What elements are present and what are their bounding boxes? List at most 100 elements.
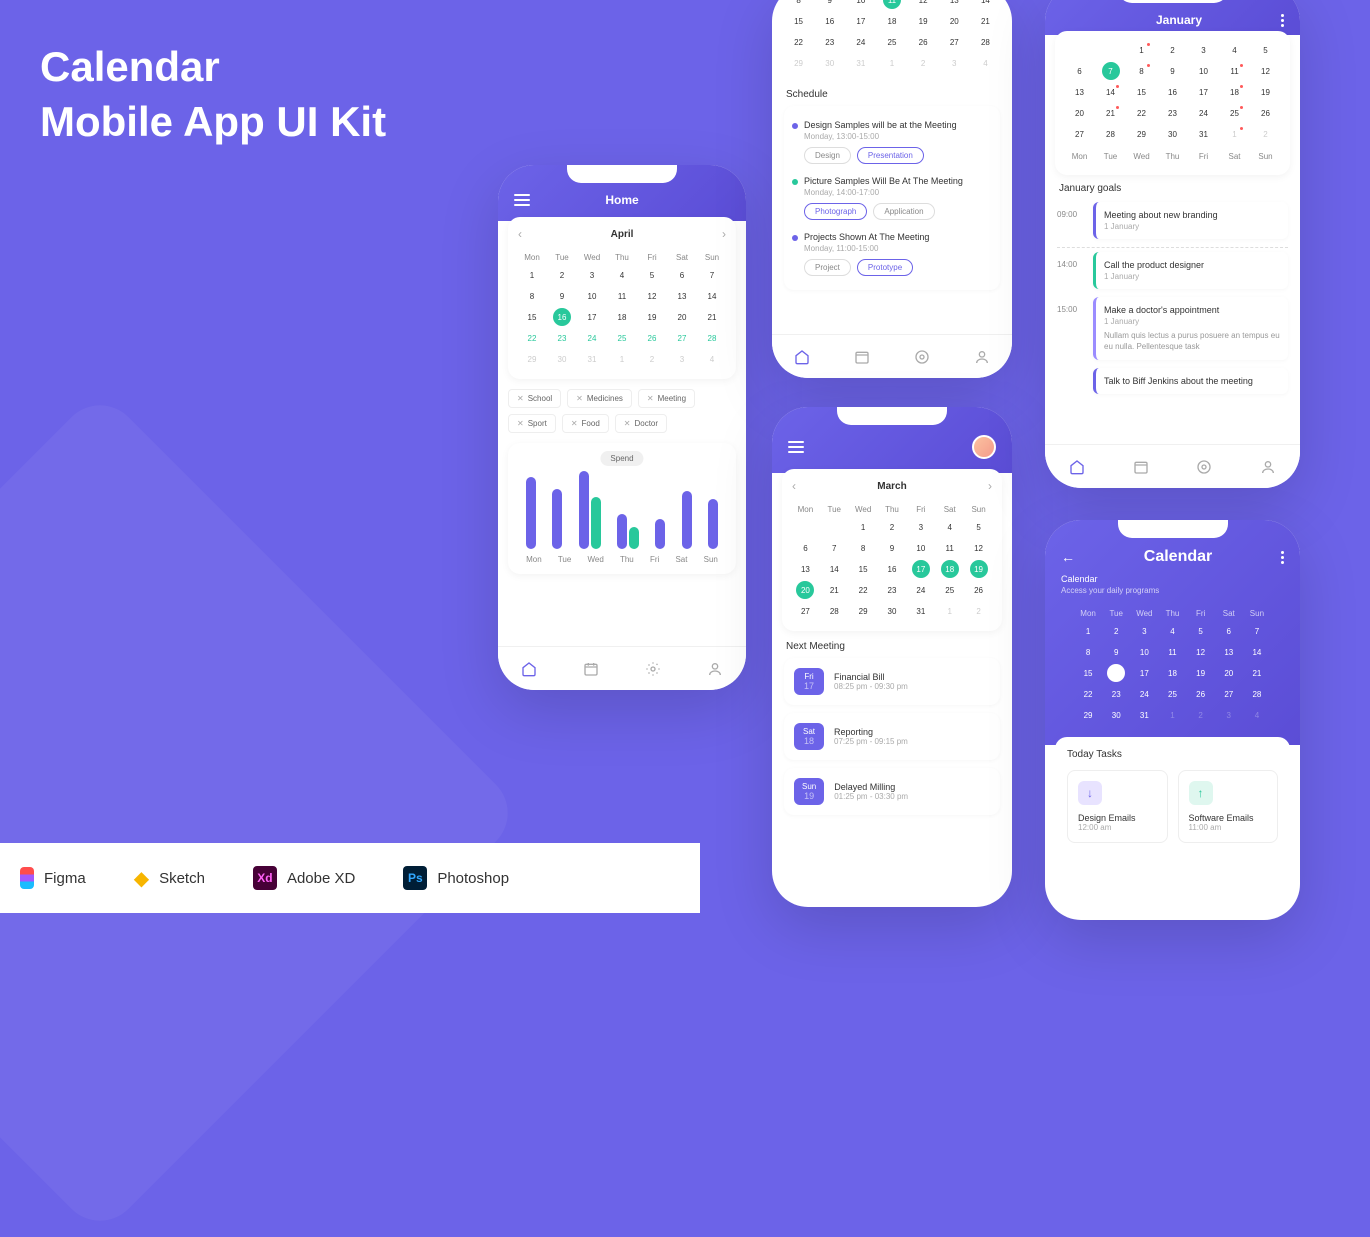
calendar-day[interactable]: 22 <box>518 329 546 348</box>
calendar-day[interactable]: 5 <box>638 266 666 285</box>
calendar-day[interactable]: 6 <box>668 266 696 285</box>
avatar[interactable] <box>972 435 996 459</box>
calendar-day[interactable]: 4 <box>1159 622 1185 641</box>
settings-icon[interactable] <box>1196 459 1212 475</box>
calendar-day[interactable]: 1 <box>936 602 963 621</box>
calendar-day[interactable]: 20 <box>796 581 814 599</box>
calendar-day[interactable]: 9 <box>879 539 906 558</box>
calendar-day[interactable]: 14 <box>971 0 1000 10</box>
calendar-day[interactable]: 2 <box>879 518 906 537</box>
calendar-day[interactable]: 24 <box>1131 685 1157 704</box>
calendar-day[interactable]: 3 <box>1131 622 1157 641</box>
calendar-day[interactable]: 19 <box>1188 664 1214 683</box>
calendar-day[interactable]: 7 <box>821 539 848 558</box>
calendar-day[interactable]: 10 <box>1189 62 1218 81</box>
schedule-item[interactable]: Design Samples will be at the MeetingMon… <box>792 114 992 170</box>
close-icon[interactable]: ✕ <box>624 419 631 428</box>
goal-card[interactable]: Call the product designer1 January <box>1093 252 1288 289</box>
calendar-day[interactable]: 8 <box>850 539 877 558</box>
calendar-day[interactable]: 11 <box>1220 62 1249 81</box>
calendar-day[interactable]: 2 <box>1158 41 1187 60</box>
calendar-day[interactable]: 20 <box>668 308 696 327</box>
calendar-day[interactable]: 26 <box>965 581 992 600</box>
calendar-day[interactable] <box>1065 41 1094 60</box>
calendar-day[interactable]: 31 <box>907 602 934 621</box>
calendar-day[interactable]: 10 <box>578 287 606 306</box>
calendar-day[interactable]: 17 <box>912 560 930 578</box>
calendar-day[interactable]: 21 <box>1096 104 1125 123</box>
meeting-card[interactable]: Sun19Delayed Milling01:25 pm - 03:30 pm <box>784 768 1000 815</box>
chip[interactable]: Project <box>804 259 851 276</box>
calendar-day[interactable]: 4 <box>1244 706 1270 725</box>
next-month-icon[interactable]: › <box>722 227 726 241</box>
calendar-day[interactable]: 16 <box>1158 83 1187 102</box>
calendar-day[interactable]: 28 <box>971 33 1000 52</box>
calendar-day[interactable]: 9 <box>815 0 844 10</box>
calendar-day[interactable]: 18 <box>1159 664 1185 683</box>
calendar-day[interactable]: 2 <box>638 350 666 369</box>
calendar-day[interactable]: 3 <box>907 518 934 537</box>
calendar-day[interactable]: 24 <box>907 581 934 600</box>
calendar-day[interactable]: 18 <box>608 308 636 327</box>
calendar-day[interactable]: 21 <box>1244 664 1270 683</box>
calendar-day[interactable]: 3 <box>1189 41 1218 60</box>
calendar-day[interactable]: 4 <box>698 350 726 369</box>
task-card[interactable]: ↑Software Emails11:00 am <box>1178 770 1279 843</box>
calendar-day[interactable]: 4 <box>971 54 1000 73</box>
calendar-day[interactable]: 1 <box>608 350 636 369</box>
calendar-day[interactable]: 22 <box>1075 685 1101 704</box>
close-icon[interactable]: ✕ <box>576 394 583 403</box>
calendar-day[interactable]: 14 <box>1244 643 1270 662</box>
calendar-day[interactable]: 20 <box>940 12 969 31</box>
calendar-day[interactable]: 6 <box>792 539 819 558</box>
meeting-card[interactable]: Fri17Financial Bill08:25 pm - 09:30 pm <box>784 658 1000 705</box>
calendar-day[interactable]: 1 <box>1075 622 1101 641</box>
goal-card[interactable]: Talk to Biff Jenkins about the meeting <box>1093 368 1288 394</box>
home-icon[interactable] <box>521 661 537 677</box>
calendar-day[interactable]: 27 <box>1216 685 1242 704</box>
calendar-day[interactable]: 19 <box>1251 83 1280 102</box>
calendar-day[interactable]: 12 <box>1188 643 1214 662</box>
calendar-icon[interactable] <box>854 349 870 365</box>
calendar-day[interactable]: 29 <box>1127 125 1156 144</box>
calendar-day[interactable]: 26 <box>1188 685 1214 704</box>
calendar-day[interactable]: 31 <box>846 54 875 73</box>
calendar-day[interactable]: 11 <box>1159 643 1185 662</box>
calendar-day[interactable]: 21 <box>971 12 1000 31</box>
chip[interactable]: Design <box>804 147 851 164</box>
calendar-day[interactable]: 23 <box>879 581 906 600</box>
calendar-day[interactable]: 8 <box>518 287 546 306</box>
calendar-day[interactable]: 2 <box>548 266 576 285</box>
calendar-day[interactable]: 10 <box>907 539 934 558</box>
calendar-day[interactable]: 5 <box>965 518 992 537</box>
calendar-day[interactable]: 18 <box>941 560 959 578</box>
calendar-day[interactable]: 4 <box>608 266 636 285</box>
calendar-day[interactable]: 26 <box>638 329 666 348</box>
calendar-day[interactable]: 11 <box>936 539 963 558</box>
calendar-day[interactable]: 22 <box>784 33 813 52</box>
calendar-day[interactable]: 5 <box>1188 622 1214 641</box>
calendar-day[interactable]: 25 <box>1220 104 1249 123</box>
calendar-day[interactable]: 1 <box>850 518 877 537</box>
chip[interactable]: Application <box>873 203 934 220</box>
chip[interactable]: Photograph <box>804 203 867 220</box>
filter-tag[interactable]: ✕Doctor <box>615 414 667 433</box>
prev-month-icon[interactable]: ‹ <box>792 479 796 493</box>
calendar-day[interactable]: 29 <box>850 602 877 621</box>
calendar-day[interactable]: 2 <box>965 602 992 621</box>
calendar-day[interactable]: 27 <box>668 329 696 348</box>
calendar-day[interactable]: 27 <box>792 602 819 621</box>
calendar-day[interactable]: 24 <box>1189 104 1218 123</box>
calendar-day[interactable]: 1 <box>1159 706 1185 725</box>
calendar-day[interactable]: 17 <box>1189 83 1218 102</box>
calendar-day[interactable]: 29 <box>518 350 546 369</box>
calendar-day[interactable]: 30 <box>1158 125 1187 144</box>
calendar-day[interactable]: 16 <box>815 12 844 31</box>
calendar-day[interactable]: 18 <box>877 12 906 31</box>
calendar-day[interactable]: 18 <box>1220 83 1249 102</box>
calendar-day[interactable] <box>792 518 819 537</box>
calendar-day[interactable]: 25 <box>936 581 963 600</box>
user-icon[interactable] <box>707 661 723 677</box>
prev-month-icon[interactable]: ‹ <box>518 227 522 241</box>
calendar-day[interactable]: 31 <box>578 350 606 369</box>
